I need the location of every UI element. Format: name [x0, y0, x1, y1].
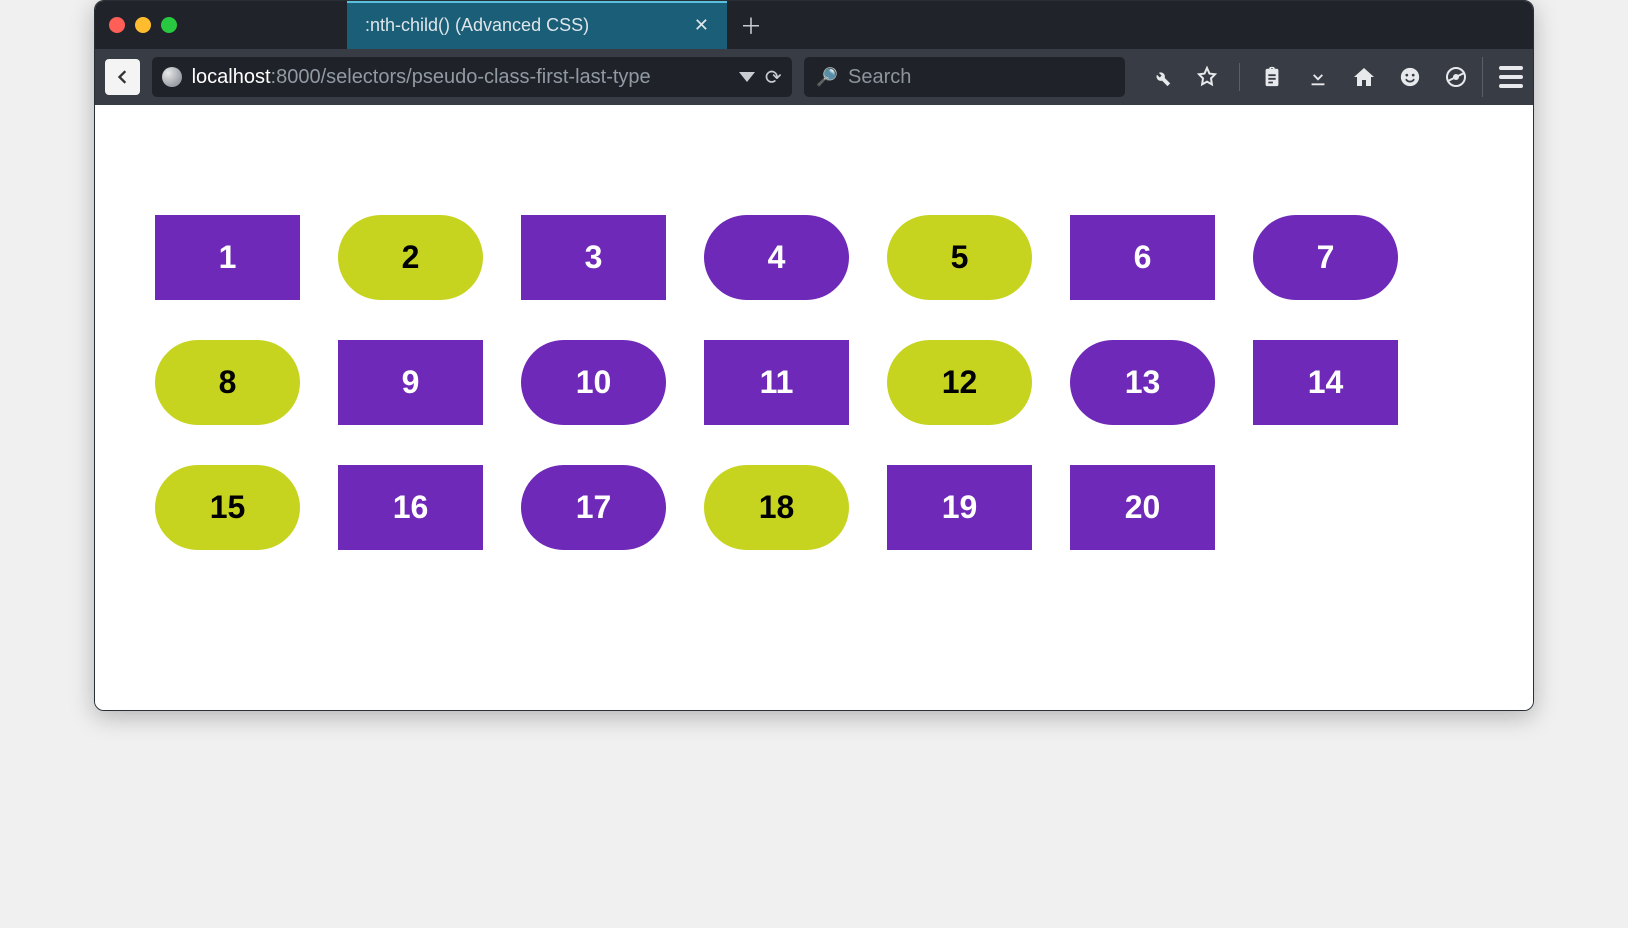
downloads-icon[interactable] — [1304, 63, 1332, 91]
close-window-button[interactable] — [109, 17, 125, 33]
box-grid: 1234567891011121314151617181920 — [155, 215, 1473, 550]
address-bar[interactable]: localhost:8000/selectors/pseudo-class-fi… — [152, 57, 792, 97]
home-icon[interactable] — [1350, 63, 1378, 91]
clipboard-icon[interactable] — [1258, 63, 1286, 91]
box-item: 1 — [155, 215, 300, 300]
toolbar: localhost:8000/selectors/pseudo-class-fi… — [95, 49, 1533, 105]
search-input[interactable] — [848, 66, 1113, 89]
box-item: 7 — [1253, 215, 1398, 300]
browser-window: :nth-child() (Advanced CSS) ✕ ＋ localhos… — [94, 0, 1534, 711]
box-item: 12 — [887, 340, 1032, 425]
back-arrow-icon — [112, 67, 132, 87]
back-button[interactable] — [105, 59, 140, 95]
toolbar-separator — [1239, 63, 1240, 91]
search-bar[interactable]: 🔍 — [804, 57, 1125, 97]
box-item: 17 — [521, 465, 666, 550]
box-item: 4 — [704, 215, 849, 300]
bookmark-star-icon[interactable] — [1193, 63, 1221, 91]
box-item: 11 — [704, 340, 849, 425]
box-item: 18 — [704, 465, 849, 550]
box-item: 20 — [1070, 465, 1215, 550]
box-item: 16 — [338, 465, 483, 550]
url-path: :8000/selectors/pseudo-class-first-last-… — [271, 66, 651, 88]
box-item: 10 — [521, 340, 666, 425]
addon-icon[interactable] — [1442, 63, 1470, 91]
box-item: 8 — [155, 340, 300, 425]
menu-button[interactable] — [1482, 57, 1523, 97]
box-item: 6 — [1070, 215, 1215, 300]
toolbar-icons — [1147, 63, 1470, 91]
box-item: 3 — [521, 215, 666, 300]
box-item: 14 — [1253, 340, 1398, 425]
page-content: 1234567891011121314151617181920 — [95, 105, 1533, 710]
box-item: 19 — [887, 465, 1032, 550]
box-item: 15 — [155, 465, 300, 550]
close-tab-button[interactable]: ✕ — [680, 15, 709, 36]
tabs: :nth-child() (Advanced CSS) ✕ ＋ — [347, 1, 775, 49]
url-host: localhost — [192, 66, 271, 88]
maximize-window-button[interactable] — [161, 17, 177, 33]
tab-title: :nth-child() (Advanced CSS) — [365, 15, 680, 36]
globe-icon — [162, 67, 182, 87]
minimize-window-button[interactable] — [135, 17, 151, 33]
search-icon: 🔍 — [816, 67, 838, 88]
box-item: 9 — [338, 340, 483, 425]
box-item: 5 — [887, 215, 1032, 300]
box-item: 2 — [338, 215, 483, 300]
reload-button[interactable]: ⟳ — [765, 65, 782, 90]
tab-active[interactable]: :nth-child() (Advanced CSS) ✕ — [347, 1, 727, 49]
smiley-icon[interactable] — [1396, 63, 1424, 91]
history-dropdown-button[interactable] — [739, 72, 755, 82]
url-text: localhost:8000/selectors/pseudo-class-fi… — [192, 66, 729, 89]
devtools-icon[interactable] — [1147, 63, 1175, 91]
box-item: 13 — [1070, 340, 1215, 425]
tab-bar: :nth-child() (Advanced CSS) ✕ ＋ — [95, 1, 1533, 49]
window-controls — [109, 1, 197, 49]
new-tab-button[interactable]: ＋ — [727, 1, 775, 49]
